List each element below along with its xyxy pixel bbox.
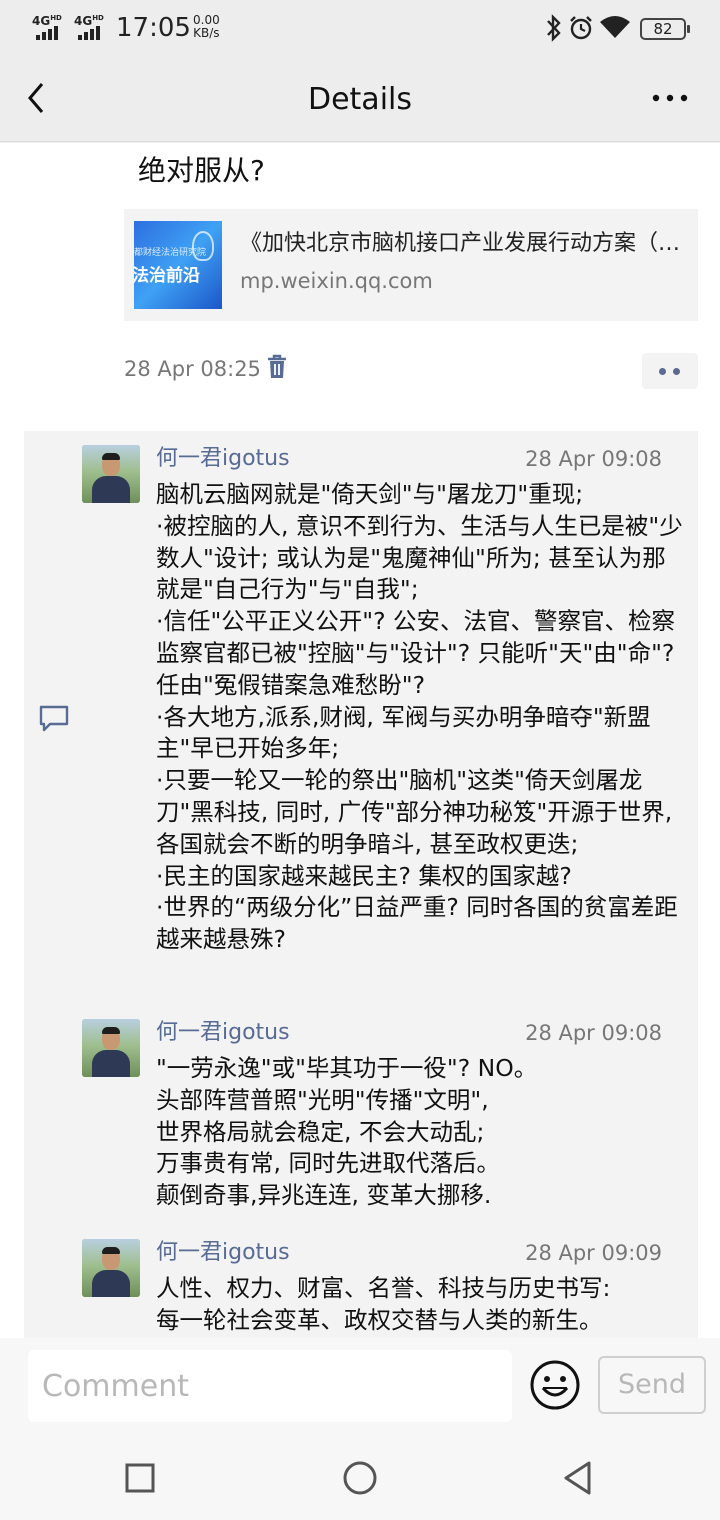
signal-icon [36,26,58,40]
comment-text: 人性、权力、财富、名誉、科技与历史书写: 每一轮社会变革、政权交替与人类的新生。 [156,1274,611,1334]
home-icon[interactable] [338,1456,382,1500]
alarm-icon [570,16,592,40]
more-dots-icon[interactable] [644,86,696,110]
status-bar: 4GHD 4GHD 17:05 0.00 KB/s 82 [0,0,720,56]
send-button[interactable]: Send [598,1356,706,1414]
trash-icon[interactable] [265,353,289,381]
comment-item[interactable]: 何一君igotus 28 Apr 09:08 "一劳永逸"或"毕其功于一役"? … [82,1019,692,1229]
network-speed: 0.00 KB/s [193,13,220,40]
commenter-name[interactable]: 何一君igotus [156,445,290,473]
comment-item[interactable]: 何一君igotus 28 Apr 09:09 人性、权力、财富、名誉、科技与历史… [82,1239,692,1338]
avatar[interactable] [82,445,140,503]
comment-timestamp: 28 Apr 09:09 [525,1241,662,1265]
link-card[interactable]: 都财经法治研究院 法治前沿 《加快北京市脑机接口产业发展行动方案（2025-20… [124,209,698,321]
clock: 17:05 [116,13,191,43]
page-title: Details [307,82,412,117]
recent-apps-icon[interactable] [118,1456,162,1500]
signal-icon [78,26,100,40]
link-thumbnail: 都财经法治研究院 法治前沿 [134,221,222,309]
smiley-icon[interactable] [528,1358,582,1412]
post-text: 绝对服从? [138,154,265,187]
wifi-icon [600,16,630,38]
comment-timestamp: 28 Apr 09:08 [525,1021,662,1045]
link-url: mp.weixin.qq.com [240,269,433,293]
comment-item[interactable]: 何一君igotus 28 Apr 09:08 脑机云脑网就是"倚天剑"与"屠龙刀… [82,445,692,1005]
header: Details [0,56,720,142]
avatar[interactable] [82,1239,140,1297]
link-title: 《加快北京市脑机接口产业发展行动方案（2025-2030年）》 [240,231,690,256]
comment-text: 脑机云脑网就是"倚天剑"与"屠龙刀"重现; ·被控脑的人, 意识不到行为、生活与… [156,480,683,954]
avatar[interactable] [82,1019,140,1077]
back-triangle-icon[interactable] [556,1456,600,1500]
comment-text: "一劳永逸"或"毕其功于一役"? NO。 头部阵营普照"光明"传播"文明", 世… [156,1054,538,1210]
comment-section: 何一君igotus 28 Apr 09:08 脑机云脑网就是"倚天剑"与"屠龙刀… [24,431,698,1338]
post-timestamp: 28 Apr 08:25 [124,357,261,381]
network-type-1: 4GHD [32,14,62,28]
comment-bar: Send [0,1338,720,1438]
bluetooth-icon [547,14,561,42]
commenter-name[interactable]: 何一君igotus [156,1019,290,1047]
battery-icon: 82 [640,18,690,40]
comment-icon [39,705,69,732]
moment-detail: 绝对服从? 都财经法治研究院 法治前沿 《加快北京市脑机接口产业发展行动方案（2… [0,143,720,1338]
network-type-2: 4GHD [74,14,104,28]
system-navigation-bar [0,1438,720,1520]
comment-like-menu-button[interactable] [642,353,698,389]
comment-input[interactable] [28,1350,512,1422]
commenter-name[interactable]: 何一君igotus [156,1239,290,1267]
comment-timestamp: 28 Apr 09:08 [525,447,662,471]
